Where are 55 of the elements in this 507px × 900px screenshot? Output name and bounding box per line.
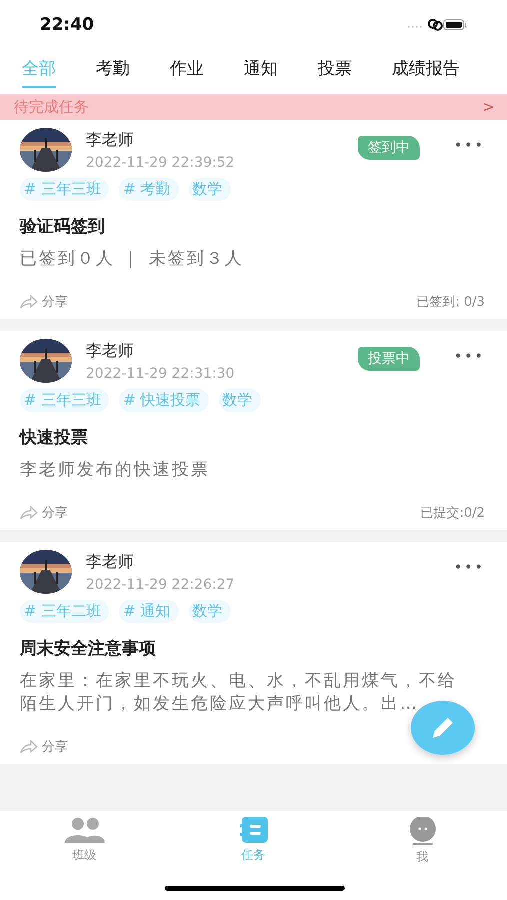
topic-tag[interactable]: # 三年三班 [20,389,110,412]
topic-tag[interactable]: # 考勤 [119,178,179,201]
pending-tasks-banner[interactable]: 待完成任务 > [0,94,507,120]
post-title: 周末安全注意事项 [20,638,157,660]
status-icons [407,18,467,32]
more-button[interactable]: ••• [454,138,485,154]
topic-tag[interactable]: 数学 [188,178,231,201]
topic-tag[interactable]: # 快速投票 [119,389,209,412]
people-icon [64,817,106,843]
nav-tab[interactable]: 我 [338,817,507,900]
category-tab[interactable]: 全部 [22,56,56,88]
post-time: 2022-11-29 22:26:27 [86,576,236,592]
post-text: 在家里：在家里不玩火、电、水，不乱用煤气，不给陌生人开门，如发生危险应大声呼叫他人。出… [20,670,458,716]
post-time: 2022-11-29 22:39:52 [86,154,236,170]
banner-label: 待完成任务 [14,98,89,116]
category-tab[interactable]: 成绩报告 [392,56,460,88]
category-tab[interactable]: 投票 [318,56,352,88]
list-icon [240,817,268,843]
more-button[interactable]: ••• [454,349,485,365]
share-button[interactable]: 分享 [20,293,68,311]
author-name: 李老师 [86,340,135,362]
post-text: 李老师发布的快速投票 [20,459,211,482]
status-tag: 签到中 [358,136,420,160]
topic-tag[interactable]: 数学 [188,600,231,623]
chevron-icon: > [482,98,495,116]
progress-count: 已提交:0/2 [420,505,485,522]
chat-bubble-icon [408,817,438,845]
share-icon [20,295,38,309]
topic-tag[interactable]: # 三年三班 [20,178,110,201]
author-name: 李老师 [86,552,135,572]
post-card[interactable]: 李老师 2022-11-29 22:39:52 签到中 ••• # 三年三班 # 考勤 数学 验证码签到 已签到０人 ｜ 未签到３人 分享 已签到: 0/3 [0,120,507,319]
status-time: 22:40 [40,15,94,35]
more-button[interactable]: ••• [454,560,485,576]
nav-tab[interactable]: 班级 [0,817,169,900]
post-title: 验证码签到 [20,216,106,238]
category-tab[interactable]: 考勤 [96,56,130,88]
share-icon [20,740,38,754]
progress-count: 已签到: 0/3 [416,294,485,311]
share-button[interactable]: 分享 [20,504,68,522]
category-tab[interactable]: 通知 [244,56,278,88]
topic-tag[interactable]: 数学 [218,389,261,412]
author-name: 李老师 [86,130,135,150]
nav-tab[interactable]: 任务 [169,817,338,900]
category-tab[interactable]: 作业 [170,56,204,88]
topic-tag[interactable]: # 三年二班 [20,600,110,623]
pencil-icon [430,715,456,741]
topic-tag[interactable]: # 通知 [119,600,179,623]
share-icon [20,506,38,520]
post-card[interactable]: 李老师 2022-11-29 22:26:27 ••• # 三年二班 # 通知 数学 周末安全注意事项 在家里：在家里不玩火、电、水，不乱用煤气，不给陌生人开门，如发生危险应大声呼叫他人。出… 分享 [0,542,507,764]
share-button[interactable]: 分享 [20,738,68,756]
post-title: 快速投票 [20,427,89,449]
post-time: 2022-11-29 22:31:30 [86,366,236,382]
post-card[interactable]: 李老师 2022-11-29 22:31:30 投票中 ••• # 三年三班 # 快速投票 数学 快速投票 李老师发布的快速投票 分享 已提交:0/2 [0,331,507,530]
post-text: 已签到０人 ｜ 未签到３人 [20,248,245,271]
status-tag: 投票中 [358,347,420,371]
